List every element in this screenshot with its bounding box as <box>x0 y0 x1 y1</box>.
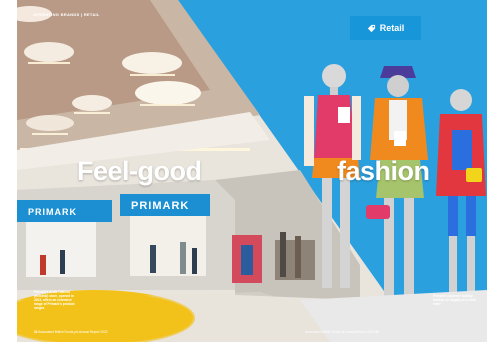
magazine-spread: OPERATING BRANDS | RETAIL Retail PRIMARK… <box>0 0 487 342</box>
section-tag: Retail <box>350 16 421 40</box>
folio-right: Associated British Foods plc Annual Repo… <box>305 330 379 334</box>
photo-caption-right: Primark’s summer holiday fashion on disp… <box>433 294 476 306</box>
chandelier <box>122 52 182 74</box>
headline-right: fashion <box>337 156 430 186</box>
section-kicker: OPERATING BRANDS | RETAIL <box>33 12 100 17</box>
folio-left-text: Associated British Foods plc Annual Repo… <box>38 330 108 334</box>
chandelier <box>24 42 74 62</box>
store-sign-1: PRIMARK <box>28 207 77 217</box>
folio-left: 32 Associated British Foods plc Annual R… <box>34 330 107 334</box>
section-tag-label: Retail <box>379 23 405 33</box>
chandelier <box>135 81 201 105</box>
headline-left: Feel-good <box>77 156 202 186</box>
photo-caption-left: Primark’s Ardis Galleria (Helsinki) stor… <box>34 290 75 310</box>
tag-icon <box>367 24 375 32</box>
folio-right-text: Associated British Foods plc Annual Repo… <box>305 330 375 334</box>
chandelier <box>26 115 74 131</box>
poster-figure <box>241 245 253 275</box>
page-number-left: 32 <box>34 330 38 334</box>
chandelier <box>72 95 112 111</box>
store-sign-2: PRIMARK <box>131 200 190 212</box>
page-number-right: 33 <box>375 330 379 334</box>
